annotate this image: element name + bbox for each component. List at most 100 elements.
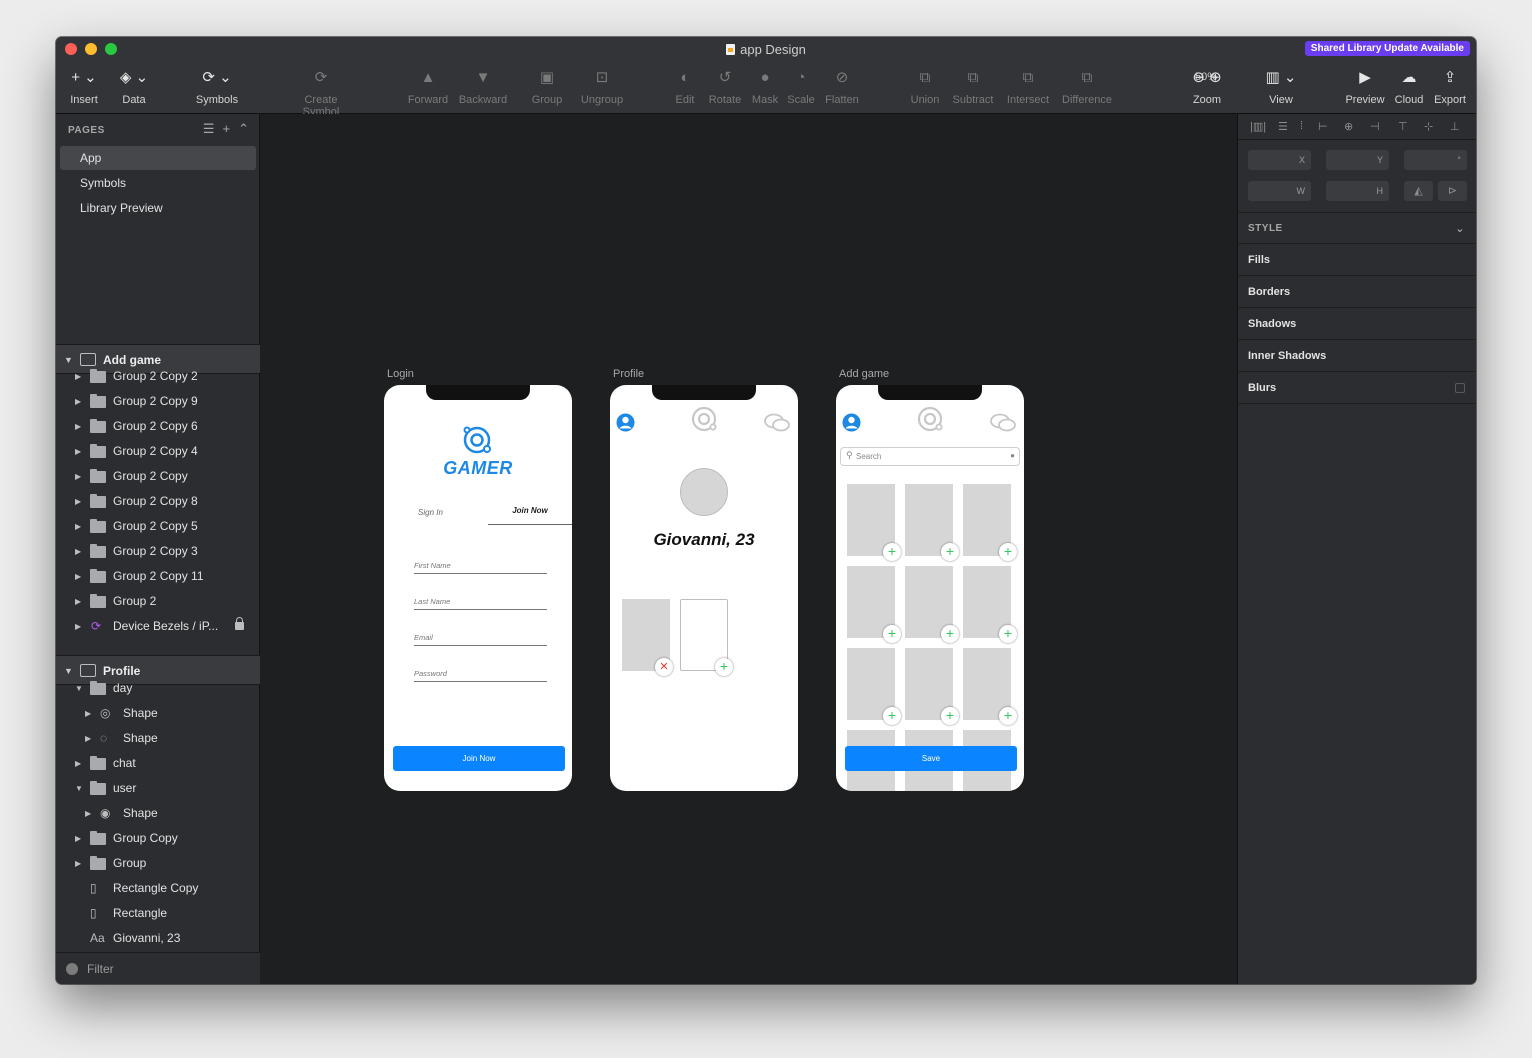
login-first-name-field[interactable]: First Name [414, 558, 547, 574]
layer-row[interactable]: ▶ Group 2 Copy 2 [56, 364, 260, 389]
disclosure-closed-icon[interactable]: ▶ [75, 564, 81, 589]
y-field[interactable]: Y [1326, 150, 1389, 170]
style-section-borders[interactable]: Borders [1238, 276, 1476, 308]
disclosure-closed-icon[interactable]: ▶ [75, 514, 81, 539]
add-game-icon[interactable]: + [999, 543, 1017, 561]
layer-row[interactable]: ▶ ◉ Shape [56, 801, 260, 826]
disclosure-closed-icon[interactable]: ▶ [85, 701, 91, 726]
x-field[interactable]: X [1248, 150, 1311, 170]
disclosure-closed-icon[interactable]: ▶ [75, 851, 81, 876]
chevron-down-icon[interactable]: ⌄ [1455, 213, 1465, 245]
add-game-icon[interactable]: + [883, 543, 901, 561]
style-section-blurs[interactable]: Blurs [1238, 372, 1476, 404]
artboard-label-add-game[interactable]: Add game [839, 368, 889, 380]
add-game-icon[interactable]: + [941, 625, 959, 643]
layer-row[interactable]: ▶ ◎ Shape [56, 701, 260, 726]
artboard-label-profile[interactable]: Profile [613, 368, 644, 380]
disclosure-closed-icon[interactable]: ▶ [75, 439, 81, 464]
remove-game-icon[interactable]: ✕ [655, 658, 673, 676]
lock-icon[interactable] [235, 617, 244, 630]
align-center-icon[interactable]: ⊕ [1344, 120, 1353, 133]
layer-row[interactable]: ▶ ⟳ Device Bezels / iP... [56, 614, 260, 639]
toolbar-export-button[interactable]: ⇪ Export [1415, 67, 1476, 106]
style-header[interactable]: STYLE ⌄ [1238, 212, 1476, 244]
add-game-icon[interactable]: + [883, 707, 901, 725]
tab-join-now[interactable]: Join Now [488, 497, 572, 525]
layer-row[interactable]: ▶ Group 2 Copy 6 [56, 414, 260, 439]
disclosure-closed-icon[interactable]: ▶ [75, 589, 81, 614]
align-bottom-icon[interactable]: ⊥ [1450, 120, 1460, 133]
layer-row[interactable]: ▶ ◌ Shape [56, 726, 260, 751]
canvas[interactable]: Login GAMER Sign In Join Now First Name L… [261, 114, 1236, 984]
layer-row[interactable]: ▶ Group [56, 851, 260, 876]
align-middle-icon[interactable]: ⊹ [1424, 120, 1433, 133]
add-game-artboard[interactable]: ⚲ Search ● + + + + + + + + + Save [836, 385, 1024, 791]
layer-row[interactable]: ▯ Rectangle Copy [56, 876, 260, 901]
add-game-icon[interactable]: + [941, 707, 959, 725]
page-item-app[interactable]: App [60, 146, 256, 170]
layer-row[interactable]: ▶ Group 2 Copy 4 [56, 439, 260, 464]
disclosure-closed-icon[interactable]: ▶ [75, 614, 81, 639]
chat-icon[interactable] [990, 413, 1016, 433]
layer-row[interactable]: ▶ Group 2 Copy 8 [56, 489, 260, 514]
toolbar-symbols-button[interactable]: ⟳ ⌄ Symbols [182, 67, 252, 106]
layer-row[interactable]: ▶ Group 2 Copy 9 [56, 389, 260, 414]
login-password-field[interactable]: Password [414, 666, 547, 682]
style-section-inner-shadows[interactable]: Inner Shadows [1238, 340, 1476, 372]
add-game-icon[interactable]: + [883, 625, 901, 643]
toolbar-ungroup-button[interactable]: ⊡ Ungroup [567, 67, 637, 106]
layer-row[interactable]: ▶ Group 2 [56, 589, 260, 614]
layer-row[interactable]: ▼ day [56, 676, 260, 701]
disclosure-closed-icon[interactable]: ▶ [85, 801, 91, 826]
flip-horizontal-icon[interactable]: ◭ [1404, 181, 1433, 201]
artboard-label-login[interactable]: Login [387, 368, 414, 380]
search-input[interactable]: ⚲ Search ● [840, 447, 1020, 466]
toolbar-view-button[interactable]: ▥ ⌄ View [1246, 67, 1316, 106]
add-game-icon[interactable]: + [999, 707, 1017, 725]
disclosure-open-icon[interactable]: ▼ [75, 776, 83, 801]
align-right-icon[interactable]: ⊣ [1370, 120, 1380, 133]
layer-row[interactable]: ▶ Group 2 Copy 5 [56, 514, 260, 539]
disclosure-closed-icon[interactable]: ▶ [85, 726, 91, 751]
rotation-field[interactable]: ° [1404, 150, 1467, 170]
login-artboard[interactable]: GAMER Sign In Join Now First Name Last Na… [384, 385, 572, 791]
disclosure-closed-icon[interactable]: ▶ [75, 364, 81, 389]
library-update-badge[interactable]: Shared Library Update Available [1304, 41, 1470, 56]
page-item-symbols[interactable]: Symbols [60, 171, 256, 195]
filter-bar[interactable]: Filter [56, 952, 260, 984]
layer-row[interactable]: ▶ Group 2 Copy [56, 464, 260, 489]
disclosure-closed-icon[interactable]: ▶ [75, 464, 81, 489]
disclosure-closed-icon[interactable]: ▶ [75, 539, 81, 564]
distribute-vertical-icon[interactable]: ☰ [1278, 120, 1288, 133]
toolbar-data-button[interactable]: ◈ ⌄ Data [99, 67, 169, 106]
microphone-icon[interactable]: ● [1010, 451, 1015, 460]
style-section-fills[interactable]: Fills [1238, 244, 1476, 276]
disclosure-closed-icon[interactable]: ▶ [75, 414, 81, 439]
add-game-icon[interactable]: + [715, 658, 733, 676]
align-top-icon[interactable]: ⊤ [1398, 120, 1408, 133]
disclosure-closed-icon[interactable]: ▶ [75, 489, 81, 514]
page-item-library-preview[interactable]: Library Preview [60, 196, 256, 220]
planet-icon[interactable] [690, 405, 718, 433]
layer-row[interactable]: ▶ Group 2 Copy 11 [56, 564, 260, 589]
join-now-button[interactable]: Join Now [393, 746, 565, 771]
planet-icon[interactable] [916, 405, 944, 433]
layer-row[interactable]: ▯ Rectangle [56, 901, 260, 926]
width-field[interactable]: W [1248, 181, 1311, 201]
collapse-icon[interactable]: ⌃ [238, 121, 249, 136]
login-last-name-field[interactable]: Last Name [414, 594, 547, 610]
disclosure-closed-icon[interactable]: ▶ [75, 751, 81, 776]
toolbar-create-symbol-button[interactable]: ⟳ Create Symbol [286, 67, 356, 118]
disclosure-open-icon[interactable]: ▼ [75, 676, 83, 701]
layer-row[interactable]: ▶ chat [56, 751, 260, 776]
filter-label[interactable]: Filter [87, 962, 114, 976]
chat-icon[interactable] [764, 413, 790, 433]
blur-checkbox[interactable] [1455, 383, 1465, 393]
add-game-icon[interactable]: + [999, 625, 1017, 643]
toolbar-difference-button[interactable]: ⧉ Difference [1052, 67, 1122, 106]
align-left-icon[interactable]: ⊢ [1318, 120, 1328, 133]
height-field[interactable]: H [1326, 181, 1389, 201]
user-icon[interactable] [842, 413, 861, 432]
toolbar-flatten-button[interactable]: ⊘ Flatten [807, 67, 877, 106]
flip-vertical-icon[interactable]: ⊳ [1438, 181, 1467, 201]
